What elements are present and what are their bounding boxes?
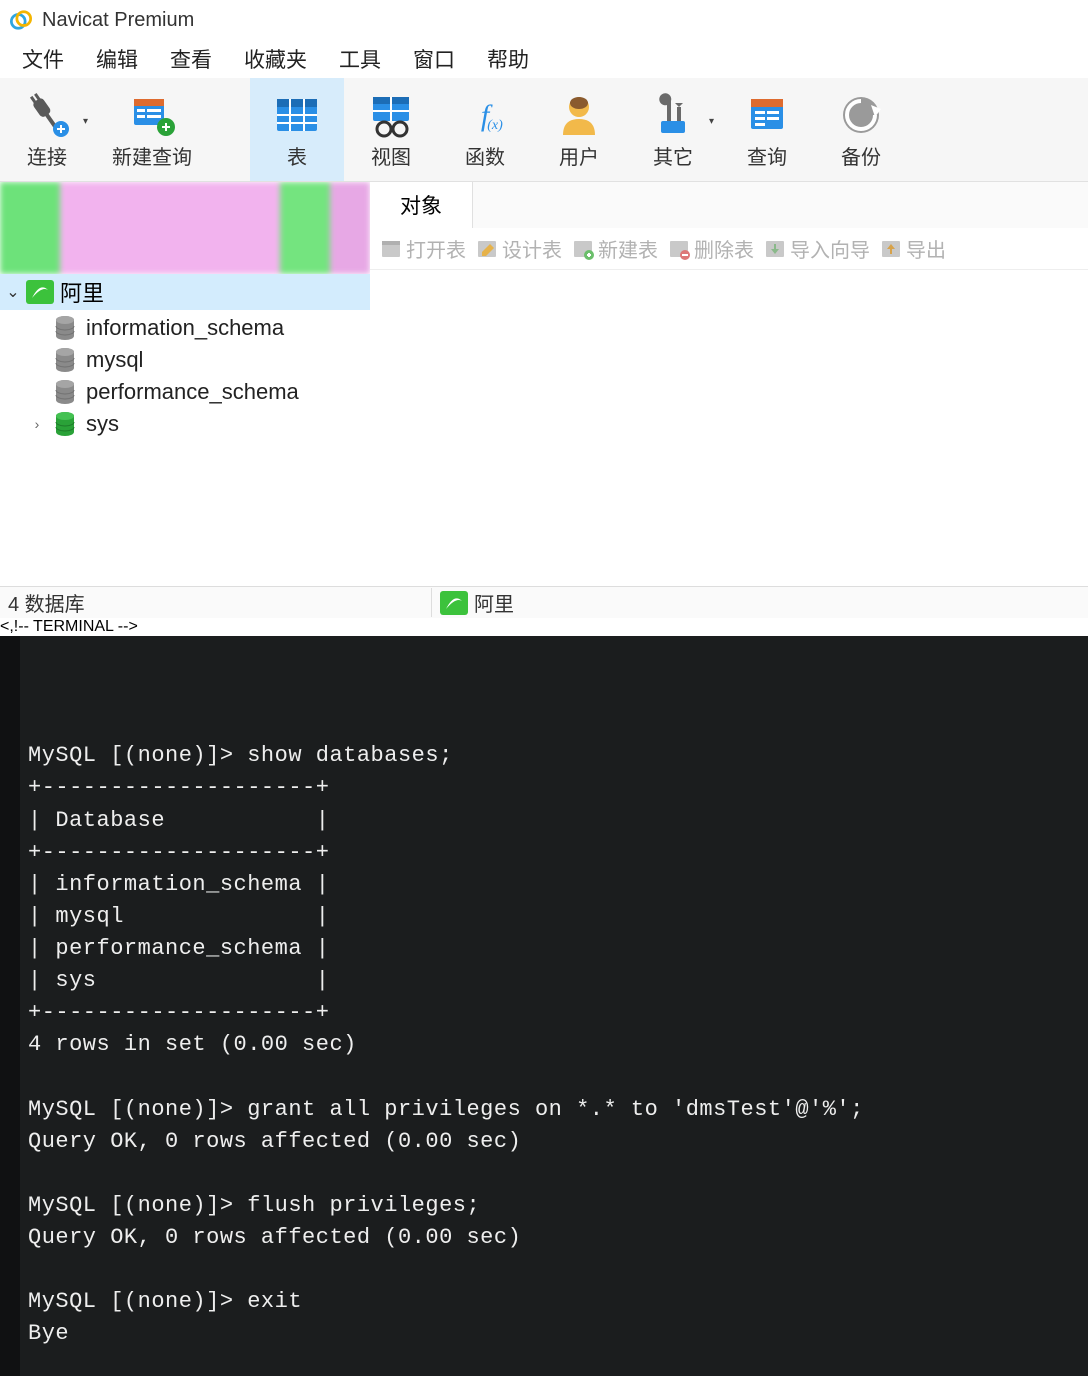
db-item[interactable]: › mysql: [30, 344, 370, 376]
table-open-icon: [380, 238, 402, 260]
action-new-table[interactable]: 新建表: [568, 234, 662, 263]
action-export-wizard[interactable]: 导出: [876, 234, 950, 263]
export-icon: [880, 238, 902, 260]
toolbar-function[interactable]: f (x) 函数: [438, 78, 532, 181]
connection-icon: [26, 280, 54, 304]
menu-file[interactable]: 文件: [6, 40, 80, 78]
plug-icon: [23, 91, 71, 139]
action-design-table[interactable]: 设计表: [472, 234, 566, 263]
backup-icon: [837, 91, 885, 139]
menubar: 文件 编辑 查看 收藏夹 工具 窗口 帮助: [0, 40, 1088, 78]
scrollbar[interactable]: [0, 636, 20, 1376]
toolbar-connect[interactable]: 连接 ▾: [0, 78, 94, 181]
toolbar-user[interactable]: 用户: [532, 78, 626, 181]
action-import-wizard[interactable]: 导入向导: [760, 234, 874, 263]
connection-name: 阿里: [60, 276, 104, 308]
database-icon: [54, 380, 76, 404]
database-icon: [54, 316, 76, 340]
table-icon: [273, 91, 321, 139]
connection-root[interactable]: ⌄ 阿里: [0, 274, 370, 310]
chevron-down-icon: ⌄: [6, 282, 20, 302]
connection-tree[interactable]: ⌄ 阿里 › information_schema › mysql › perf…: [0, 274, 370, 586]
tab-objects[interactable]: 对象: [370, 182, 473, 228]
mysql-terminal[interactable]: MySQL [(none)]> show databases; +-------…: [0, 636, 1088, 1376]
chevron-down-icon: ▾: [709, 116, 714, 127]
toolbar: 连接 ▾ 新建查询 表: [0, 78, 1088, 182]
new-query-icon: [128, 91, 176, 139]
main-split: ⌄ 阿里 › information_schema › mysql › perf…: [0, 274, 1088, 586]
db-item[interactable]: › performance_schema: [30, 376, 370, 408]
connection-icon: [440, 591, 468, 615]
table-delete-icon: [668, 238, 690, 260]
menu-tools[interactable]: 工具: [323, 40, 397, 78]
db-item[interactable]: › information_schema: [30, 312, 370, 344]
app-logo-icon: [10, 9, 32, 31]
database-list: › information_schema › mysql › performan…: [0, 310, 370, 440]
chevron-right-icon: ›: [30, 416, 44, 432]
redacted-region: [0, 182, 370, 274]
titlebar: Navicat Premium: [0, 0, 1088, 40]
db-item[interactable]: › sys: [30, 408, 370, 440]
toolbar-query[interactable]: 查询: [720, 78, 814, 181]
menu-help[interactable]: 帮助: [471, 40, 545, 78]
status-db-count: 4 数据库: [0, 588, 432, 617]
view-icon: [367, 91, 415, 139]
menu-window[interactable]: 窗口: [397, 40, 471, 78]
menu-fav[interactable]: 收藏夹: [228, 40, 323, 78]
terminal-output: MySQL [(none)]> show databases; +-------…: [28, 740, 1076, 1350]
toolbar-view[interactable]: 视图: [344, 78, 438, 181]
statusbar: 4 数据库 阿里: [0, 586, 1088, 618]
svg-text:(x): (x): [487, 118, 503, 133]
status-connection: 阿里: [432, 588, 522, 617]
menu-view[interactable]: 查看: [154, 40, 228, 78]
toolbar-table[interactable]: 表: [250, 78, 344, 181]
menu-edit[interactable]: 编辑: [80, 40, 154, 78]
table-design-icon: [476, 238, 498, 260]
action-open-table[interactable]: 打开表: [376, 234, 470, 263]
chevron-down-icon: ▾: [83, 116, 88, 127]
table-new-icon: [572, 238, 594, 260]
import-icon: [764, 238, 786, 260]
toolbar-backup[interactable]: 备份: [814, 78, 908, 181]
query-icon: [743, 91, 791, 139]
action-delete-table[interactable]: 删除表: [664, 234, 758, 263]
app-title: Navicat Premium: [42, 9, 194, 32]
function-icon: f (x): [461, 91, 509, 139]
database-icon: [54, 348, 76, 372]
database-active-icon: [54, 412, 76, 436]
wrench-icon: [649, 91, 697, 139]
user-icon: [555, 91, 603, 139]
toolbar-other[interactable]: 其它 ▾: [626, 78, 720, 181]
object-list-panel: [370, 274, 1088, 586]
toolbar-new-query[interactable]: 新建查询: [94, 78, 210, 181]
